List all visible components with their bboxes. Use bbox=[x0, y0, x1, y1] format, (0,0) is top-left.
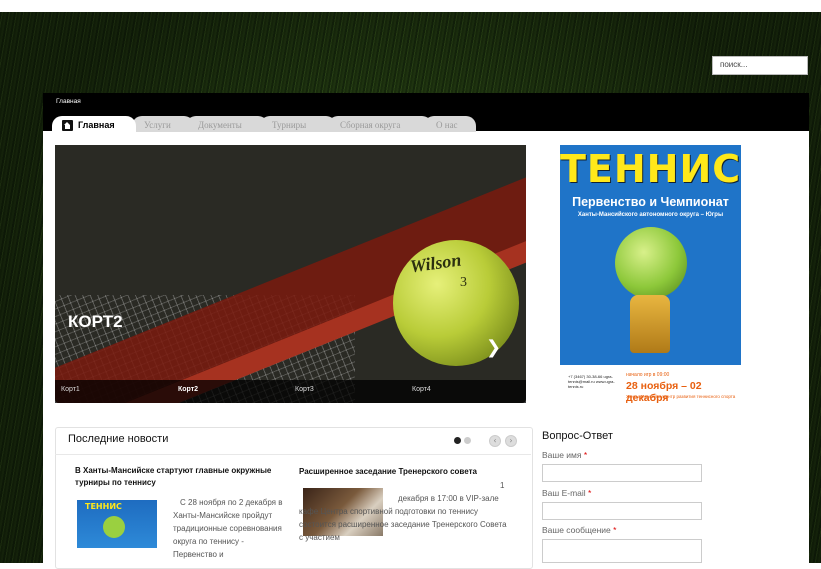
message-field[interactable] bbox=[542, 539, 702, 563]
poster-start-note: начало игр в 09:00 bbox=[626, 372, 670, 378]
chevron-left-icon[interactable]: ‹ bbox=[489, 435, 501, 447]
breadcrumb[interactable]: Главная bbox=[56, 98, 81, 105]
tournament-poster[interactable]: ТЕННИС Первенство и Чемпионат Ханты-Манс… bbox=[560, 145, 741, 407]
poster-subtitle: Первенство и Чемпионат bbox=[572, 195, 729, 209]
qa-title: Вопрос-Ответ bbox=[542, 430, 613, 442]
tab-services[interactable]: Услуги bbox=[132, 116, 194, 132]
chevron-right-icon[interactable]: ❯ bbox=[486, 337, 501, 358]
email-field[interactable] bbox=[542, 502, 702, 520]
poster-organizer: Ханты-Мансийск Центр развития теннисного… bbox=[626, 394, 736, 399]
tab-label: Главная bbox=[78, 120, 115, 130]
tab-tournaments[interactable]: Турниры bbox=[260, 116, 336, 132]
search-input[interactable]: поиск... bbox=[712, 56, 808, 75]
article-image-text: ТЕННИС bbox=[85, 502, 122, 511]
slide-title: КОРТ2 bbox=[68, 312, 123, 331]
tab-label: Сборная округа bbox=[340, 120, 401, 130]
slider-thumb[interactable]: Корт2 bbox=[178, 386, 198, 393]
tab-label: Услуги bbox=[144, 120, 171, 130]
field-label-text: Ваше сообщение bbox=[542, 525, 611, 535]
ball-number: 3 bbox=[460, 275, 467, 290]
top-strip bbox=[0, 0, 821, 12]
article-excerpt: С 28 ноября по 2 декабря в Ханты-Мансийс… bbox=[173, 498, 283, 559]
slider-thumbnails: Корт1 Корт2 Корт3 Корт4 bbox=[55, 380, 526, 403]
poster-region: Ханты-Мансийского автономного округа – Ю… bbox=[577, 212, 724, 218]
poster-contacts: +7 (3467) 30-38-66 ugra-tennis@mail.ru w… bbox=[568, 374, 615, 389]
tab-national-team[interactable]: Сборная округа bbox=[328, 116, 432, 132]
tab-label: О нас bbox=[436, 120, 458, 130]
field-label-text: Ваш E-mail bbox=[542, 488, 586, 498]
field-label-text: Ваше имя bbox=[542, 450, 582, 460]
article-image[interactable]: ТЕННИС bbox=[77, 500, 157, 548]
required-mark: * bbox=[613, 525, 617, 535]
article-title[interactable]: Расширенное заседание Тренерского совета bbox=[299, 466, 514, 478]
tab-home[interactable]: Главная bbox=[52, 116, 136, 132]
message-field-label: Ваше сообщение * bbox=[542, 525, 616, 535]
poster-ball-image bbox=[615, 227, 687, 299]
email-field-label: Ваш E-mail * bbox=[542, 488, 591, 498]
slider-thumb[interactable]: Корт1 bbox=[61, 386, 80, 393]
chevron-right-icon[interactable]: › bbox=[505, 435, 517, 447]
poster-dates: 28 ноября – 02 декабря bbox=[626, 380, 702, 404]
tab-label: Документы bbox=[198, 120, 242, 130]
poster-trophy-image bbox=[630, 295, 670, 353]
poster-title: ТЕННИС bbox=[560, 147, 741, 191]
slider-thumb[interactable]: Корт3 bbox=[295, 386, 314, 393]
pager-dot[interactable] bbox=[464, 437, 471, 444]
required-mark: * bbox=[588, 488, 592, 498]
tab-label: Турниры bbox=[272, 120, 307, 130]
slider-thumb[interactable]: Корт4 bbox=[412, 386, 431, 393]
name-field[interactable] bbox=[542, 464, 702, 482]
news-title: Последние новости bbox=[68, 433, 169, 445]
home-icon bbox=[62, 120, 73, 131]
article-excerpt-number: 1 bbox=[500, 481, 505, 490]
name-field-label: Ваше имя * bbox=[542, 450, 587, 460]
article-excerpt: декабря в 17:00 в VIP-зале кафе Центра с… bbox=[299, 494, 507, 542]
article-image-ball bbox=[103, 516, 125, 538]
required-mark: * bbox=[583, 450, 588, 460]
image-slider[interactable]: Wilson 3 bbox=[55, 145, 526, 403]
pager-dot-active[interactable] bbox=[454, 437, 461, 444]
article-title[interactable]: В Ханты-Мансийске стартуют главные окруж… bbox=[75, 465, 285, 489]
tab-documents[interactable]: Документы bbox=[186, 116, 268, 132]
